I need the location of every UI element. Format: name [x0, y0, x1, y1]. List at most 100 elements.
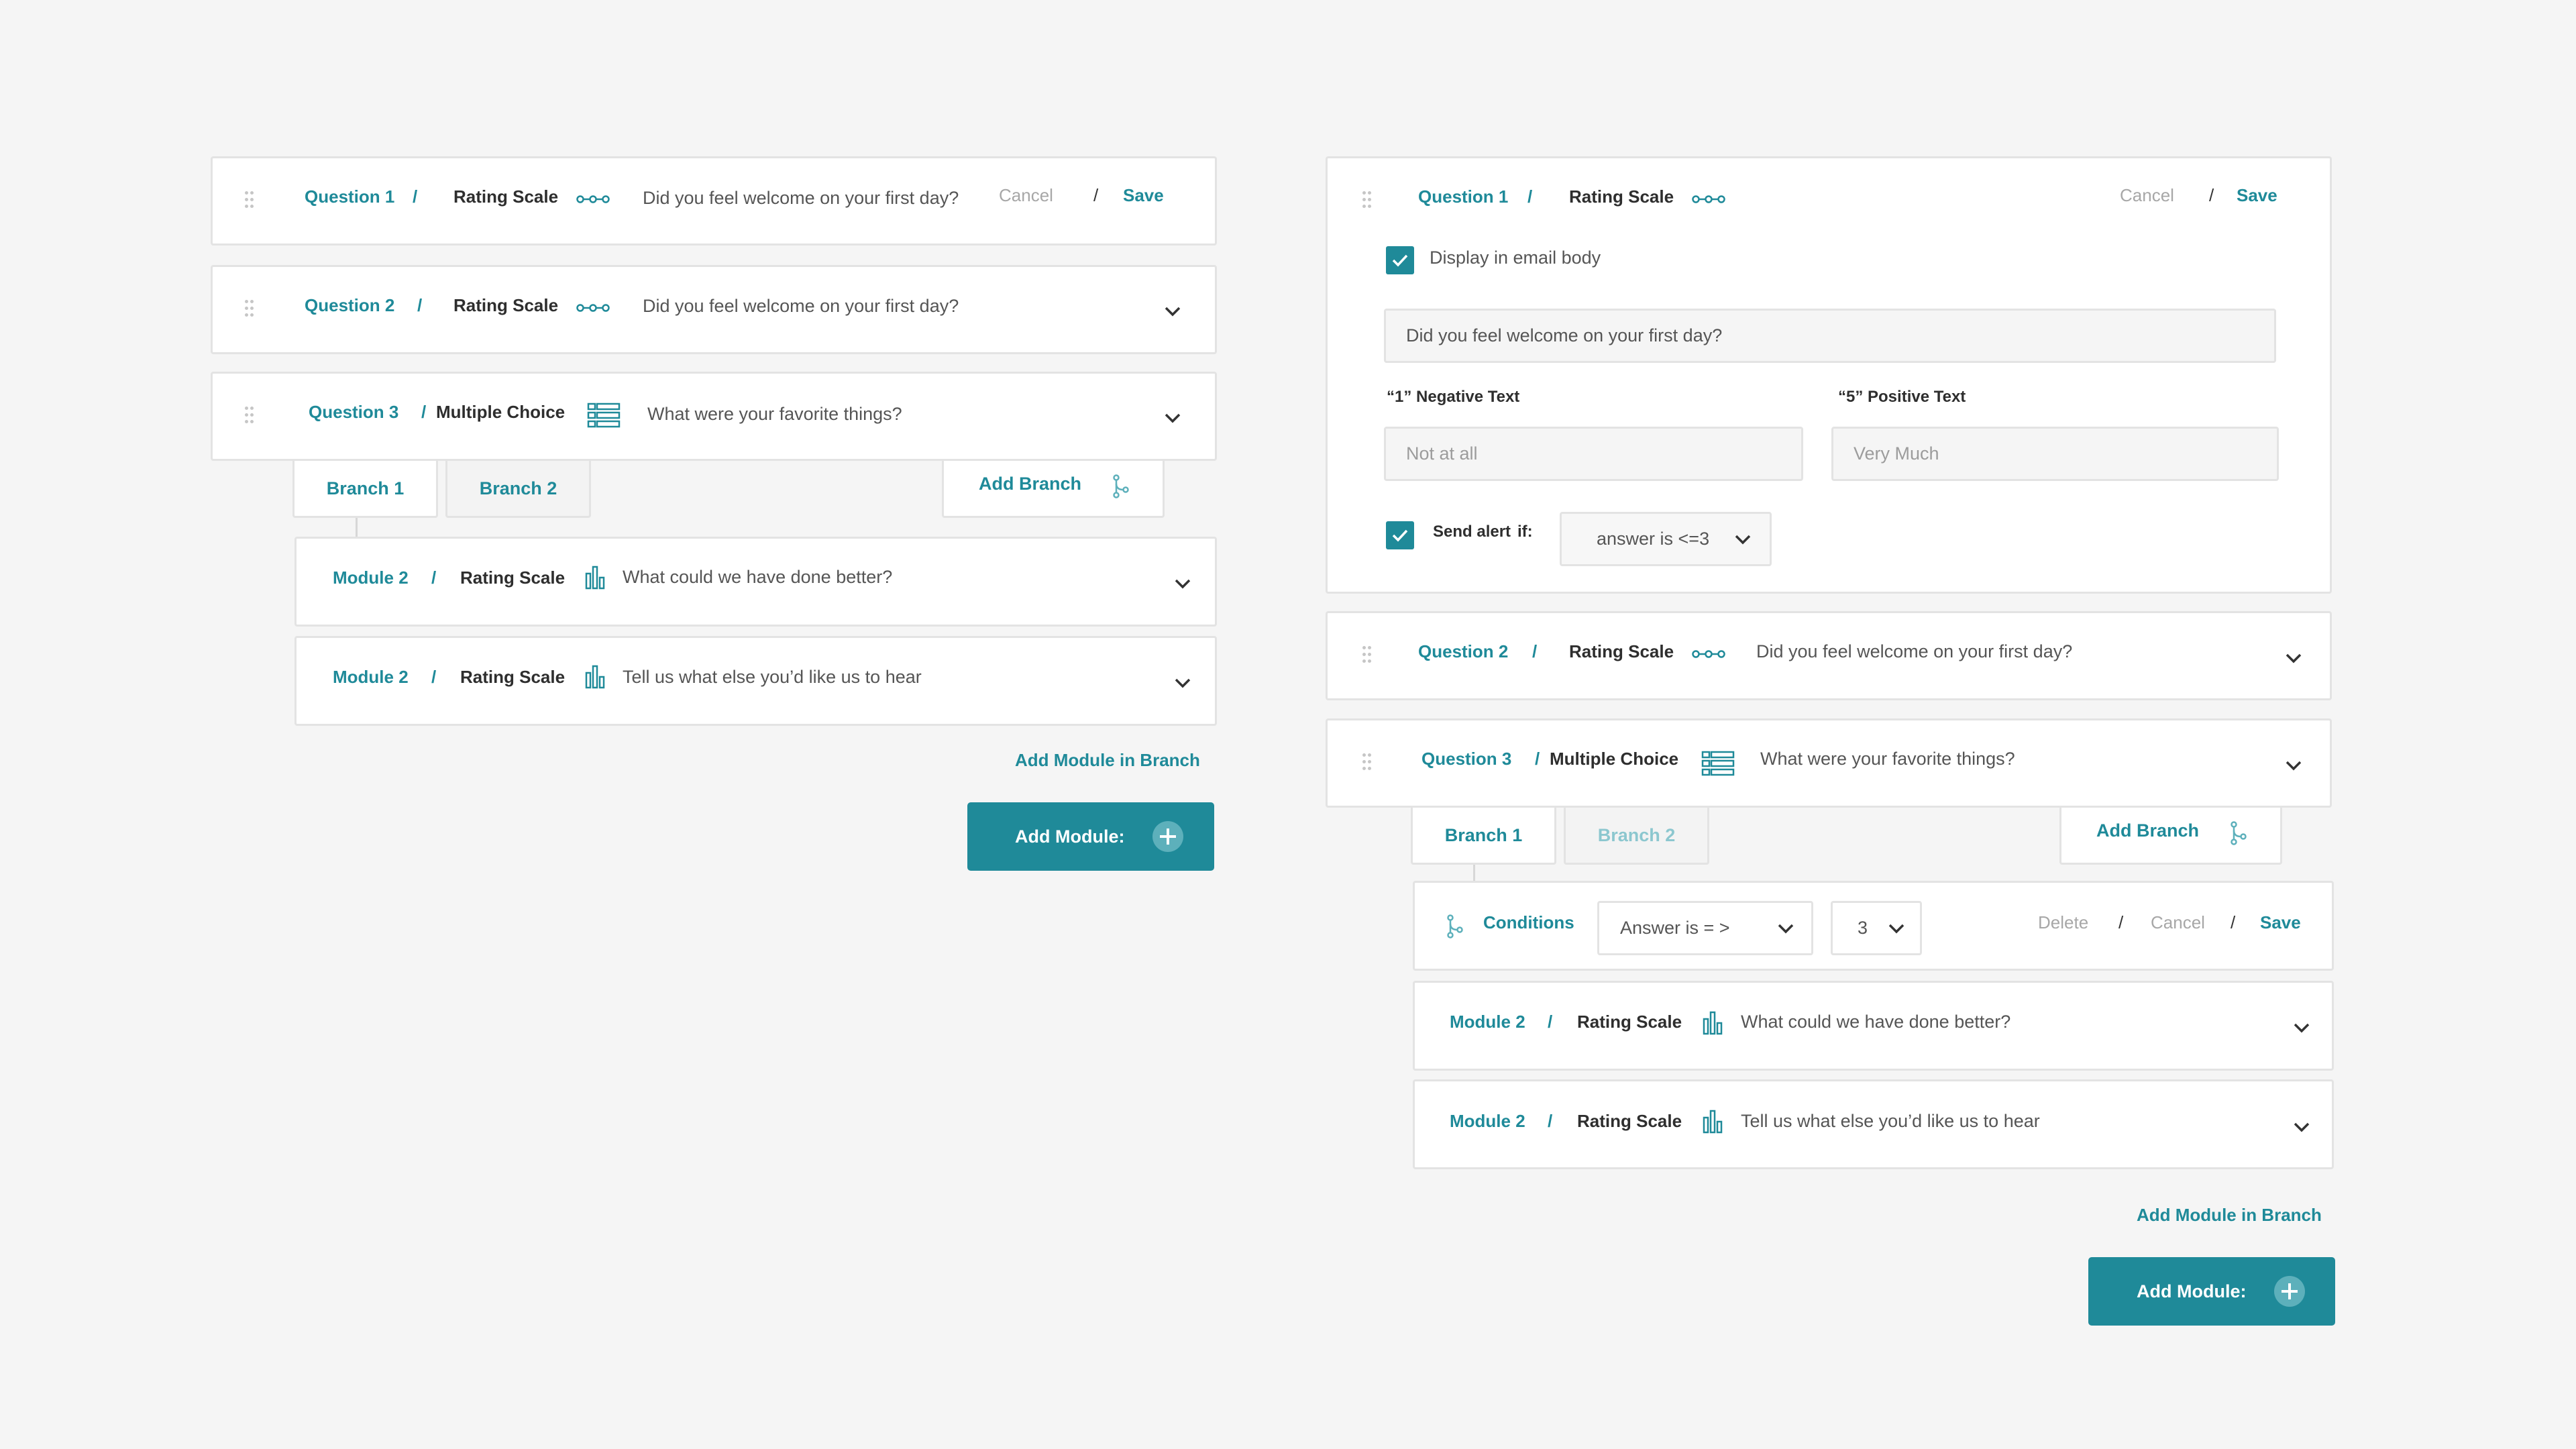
tab-branch-2[interactable]: Branch 2: [445, 461, 591, 518]
tab-branch-1[interactable]: Branch 1: [292, 461, 438, 518]
branch-icon: [1447, 914, 1463, 938]
branch-icon: [1113, 474, 1129, 498]
negative-text-label: “1” Negative Text: [1387, 388, 1520, 406]
plus-icon: [1152, 821, 1183, 852]
module-label[interactable]: Module 2: [333, 667, 409, 688]
delete-button[interactable]: Delete: [2038, 912, 2088, 933]
question-label[interactable]: Question 1: [305, 186, 394, 207]
branch-connector: [356, 518, 358, 538]
question-label[interactable]: Question 3: [309, 402, 398, 423]
module-card-2[interactable]: Module 2 / Rating Scale Tell us what els…: [1413, 1079, 2334, 1169]
module-type: Rating Scale: [460, 667, 566, 687]
module-label[interactable]: Module 2: [1450, 1111, 1525, 1132]
add-branch-button[interactable]: Add Branch: [2059, 808, 2282, 865]
display-in-email-checkbox[interactable]: [1386, 246, 1414, 274]
multiple-choice-icon: [1701, 751, 1735, 776]
condition-value-select[interactable]: 3: [1831, 901, 1922, 955]
chevron-down-icon[interactable]: [1163, 411, 1183, 425]
question-card-1: Question 1 / Rating Scale Did you feel w…: [211, 156, 1217, 246]
separator: /: [2231, 912, 2236, 932]
positive-text-placeholder: Very Much: [1854, 443, 1939, 464]
tab-label: Branch 1: [326, 478, 405, 498]
add-module-button[interactable]: Add Module:: [2088, 1257, 2335, 1326]
chevron-down-icon: [1735, 535, 1751, 545]
alert-condition-select[interactable]: answer is <=3: [1560, 512, 1772, 566]
chevron-down-icon[interactable]: [2292, 1021, 2312, 1034]
rating-scale-icon: [1692, 650, 1725, 658]
add-module-in-branch-link[interactable]: Add Module in Branch: [2137, 1205, 2322, 1226]
send-alert-label: Send alert: [1433, 523, 1511, 541]
module-card-2[interactable]: Module 2 / Rating Scale Tell us what els…: [294, 636, 1217, 726]
drag-handle-icon[interactable]: [245, 300, 254, 320]
module-label[interactable]: Module 2: [333, 568, 409, 588]
add-module-button[interactable]: Add Module:: [967, 802, 1214, 871]
cancel-button[interactable]: Cancel: [2120, 185, 2174, 206]
drag-handle-icon[interactable]: [245, 191, 254, 211]
chevron-down-icon[interactable]: [1173, 676, 1193, 690]
question-input[interactable]: Did you feel welcome on your first day?: [1384, 309, 2276, 363]
multiple-choice-icon: [587, 402, 621, 428]
module-card-1[interactable]: Module 2 / Rating Scale What could we ha…: [294, 537, 1217, 627]
send-alert-if-label: if:: [1517, 523, 1533, 541]
condition-operator-select[interactable]: Answer is = >: [1597, 901, 1813, 955]
chevron-down-icon[interactable]: [1173, 577, 1193, 590]
chevron-down-icon[interactable]: [1163, 305, 1183, 318]
save-button[interactable]: Save: [2260, 912, 2301, 933]
question-card-3[interactable]: Question 3 / Multiple Choice What were y…: [1326, 718, 2332, 808]
question-text[interactable]: Did you feel welcome on your first day?: [643, 188, 959, 209]
question-input-value: Did you feel welcome on your first day?: [1406, 325, 1723, 345]
separator: /: [1527, 186, 1533, 207]
tab-branch-2[interactable]: Branch 2: [1564, 808, 1709, 865]
drag-handle-icon[interactable]: [1362, 646, 1372, 666]
question-label[interactable]: Question 2: [305, 295, 394, 316]
save-button[interactable]: Save: [1123, 185, 1164, 206]
separator: /: [1532, 641, 1538, 661]
tab-label: Branch 2: [1597, 824, 1676, 845]
question-card-2[interactable]: Question 2 / Rating Scale Did you feel w…: [1326, 611, 2332, 700]
tab-label: Branch 1: [1444, 824, 1523, 845]
drag-handle-icon[interactable]: [1362, 753, 1372, 773]
chevron-down-icon[interactable]: [2284, 651, 2304, 665]
question-type: Multiple Choice: [1550, 749, 1679, 769]
condition-value: 3: [1858, 918, 1868, 938]
question-text: Tell us what else you’d like us to hear: [1741, 1111, 2040, 1131]
send-alert-checkbox[interactable]: [1386, 521, 1414, 549]
question-type: Rating Scale: [453, 186, 559, 207]
add-branch-button[interactable]: Add Branch: [942, 461, 1165, 518]
separator: /: [1548, 1012, 1553, 1032]
module-type: Rating Scale: [1577, 1111, 1682, 1131]
question-label[interactable]: Question 2: [1418, 641, 1508, 662]
tab-branch-1[interactable]: Branch 1: [1411, 808, 1556, 865]
drag-handle-icon[interactable]: [245, 407, 254, 427]
positive-text-input[interactable]: Very Much: [1831, 427, 2279, 481]
separator: /: [1093, 185, 1099, 205]
chevron-down-icon: [1778, 924, 1794, 934]
separator: /: [1548, 1111, 1553, 1131]
chevron-down-icon: [1888, 924, 1904, 934]
module-label[interactable]: Module 2: [1450, 1012, 1525, 1032]
question-type: Multiple Choice: [436, 402, 566, 422]
cancel-button[interactable]: Cancel: [2151, 912, 2205, 933]
question-text: Did you feel welcome on your first day?: [643, 296, 959, 316]
question-label[interactable]: Question 3: [1421, 749, 1511, 769]
bar-chart-icon: [1703, 1110, 1723, 1134]
save-button[interactable]: Save: [2237, 185, 2277, 206]
question-text: Did you feel welcome on your first day?: [1756, 641, 2073, 661]
cancel-button[interactable]: Cancel: [999, 185, 1053, 206]
question-label[interactable]: Question 1: [1418, 186, 1508, 207]
negative-text-placeholder: Not at all: [1406, 443, 1478, 464]
separator: /: [413, 186, 418, 207]
conditions-card: Conditions Answer is = > 3 Delete / Canc…: [1413, 881, 2334, 971]
chevron-down-icon[interactable]: [2284, 759, 2304, 772]
rating-scale-icon: [576, 304, 610, 312]
chevron-down-icon[interactable]: [2292, 1120, 2312, 1134]
negative-text-input[interactable]: Not at all: [1384, 427, 1803, 481]
display-in-email-label: Display in email body: [1430, 248, 1601, 268]
add-module-in-branch-link[interactable]: Add Module in Branch: [1015, 750, 1200, 771]
question-type: Rating Scale: [1569, 641, 1674, 661]
question-card-2[interactable]: Question 2 / Rating Scale Did you feel w…: [211, 265, 1217, 354]
module-card-1[interactable]: Module 2 / Rating Scale What could we ha…: [1413, 981, 2334, 1071]
separator: /: [2118, 912, 2124, 932]
question-card-3[interactable]: Question 3 / Multiple Choice What were y…: [211, 372, 1217, 461]
drag-handle-icon[interactable]: [1362, 191, 1372, 211]
